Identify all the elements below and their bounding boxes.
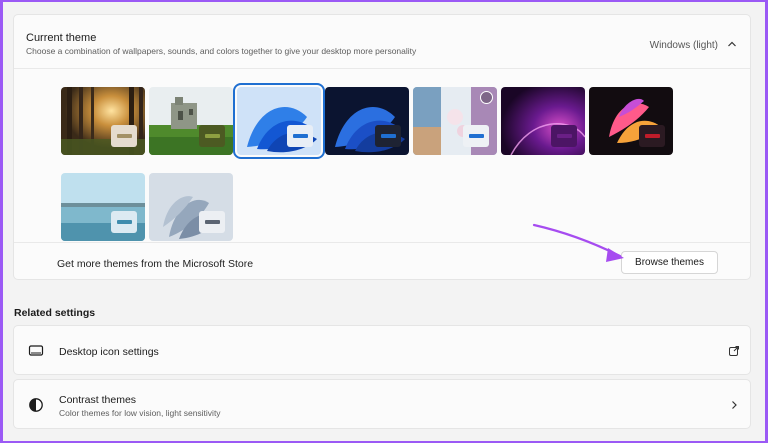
accent-bar	[468, 134, 484, 138]
current-theme-value: Windows (light)	[649, 40, 718, 51]
accent-bar	[292, 134, 308, 138]
theme-thumbnail-flow[interactable]	[149, 173, 233, 241]
theme-thumbnail-windows-dark[interactable]	[325, 87, 409, 155]
desktop-icon	[28, 345, 44, 356]
theme-thumbnail-flowers[interactable]	[413, 87, 497, 155]
theme-thumbnail-lake[interactable]	[61, 173, 145, 241]
theme-thumbnail-glow[interactable]	[501, 87, 585, 155]
theme-color-swatch	[287, 125, 313, 147]
current-theme-header[interactable]: Current theme Choose a combination of wa…	[14, 15, 750, 69]
current-theme-card: Current theme Choose a combination of wa…	[13, 14, 751, 280]
contrast-themes-label: Contrast themes	[59, 394, 137, 406]
accent-bar	[380, 134, 396, 138]
accent-bar	[644, 134, 660, 138]
theme-color-swatch	[463, 125, 489, 147]
store-label: Get more themes from the Microsoft Store	[57, 258, 254, 270]
accent-bar	[116, 134, 132, 138]
theme-color-swatch	[199, 211, 225, 233]
chevron-up-icon[interactable]	[726, 38, 738, 50]
current-theme-description: Choose a combination of wallpapers, soun…	[26, 46, 417, 56]
slideshow-badge-icon	[480, 91, 493, 104]
current-theme-title: Current theme	[26, 32, 97, 44]
settings-window: Current theme Choose a combination of wa…	[3, 2, 765, 441]
related-settings-heading: Related settings	[14, 307, 96, 319]
desktop-icon-settings-label: Desktop icon settings	[59, 346, 159, 358]
chevron-right-icon	[732, 401, 737, 409]
theme-color-swatch	[111, 125, 137, 147]
theme-thumbnail-castle[interactable]	[149, 87, 233, 155]
contrast-themes-row[interactable]: Contrast themes Color themes for low vis…	[13, 379, 751, 429]
theme-thumbnail-captured-motion[interactable]	[589, 87, 673, 155]
theme-color-swatch	[639, 125, 665, 147]
accent-bar	[204, 220, 220, 224]
desktop-icon-settings-row[interactable]: Desktop icon settings	[13, 325, 751, 375]
theme-color-swatch	[111, 211, 137, 233]
theme-color-swatch	[375, 125, 401, 147]
accent-bar	[116, 220, 132, 224]
contrast-icon	[29, 398, 43, 412]
annotation-arrow-icon	[532, 223, 624, 262]
theme-thumbnail-windows-light[interactable]	[233, 83, 325, 159]
theme-thumbnail-forest[interactable]	[61, 87, 145, 155]
theme-color-swatch	[199, 125, 225, 147]
contrast-themes-description: Color themes for low vision, light sensi…	[59, 408, 221, 418]
theme-color-swatch	[551, 125, 577, 147]
microsoft-store-row: Get more themes from the Microsoft Store…	[14, 242, 750, 280]
accent-bar	[556, 134, 572, 138]
external-link-icon	[729, 346, 739, 356]
accent-bar	[204, 134, 220, 138]
